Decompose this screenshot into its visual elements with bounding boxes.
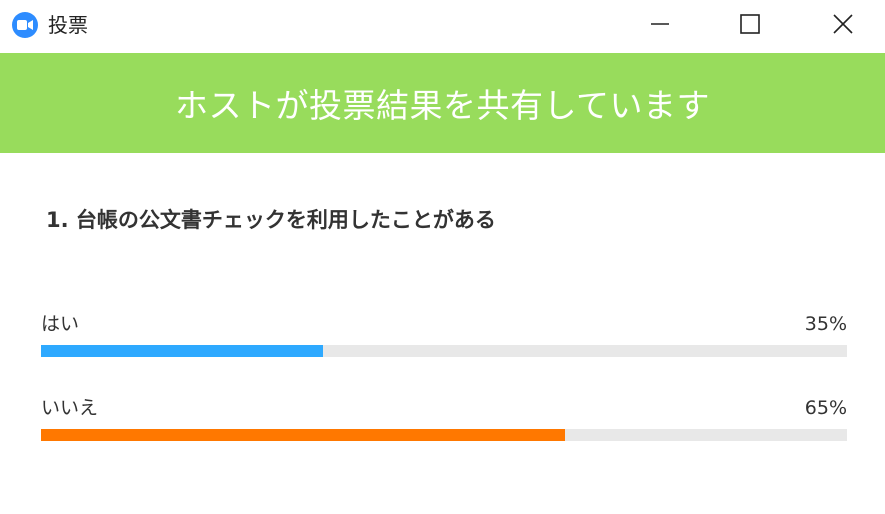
answer-percent: 65% — [804, 397, 847, 419]
close-icon — [833, 14, 853, 34]
poll-question: 1. 台帳の公文書チェックを利用したことがある — [46, 208, 496, 232]
zoom-camera-icon — [12, 12, 38, 38]
result-bar-fill — [41, 429, 565, 441]
results-shared-banner: ホストが投票結果を共有しています — [0, 53, 885, 153]
close-button[interactable] — [811, 0, 875, 48]
answer-percent: 35% — [804, 313, 847, 335]
result-bar-track — [41, 429, 847, 441]
window-title: 投票 — [48, 13, 88, 37]
answer-item: はい 35% — [41, 310, 847, 357]
banner-text: ホストが投票結果を共有しています — [174, 86, 710, 125]
minimize-icon — [651, 23, 669, 25]
poll-window: 投票 ホストが投票結果を共有しています 1. 台帳の公文書チェックを利用したこと… — [0, 0, 885, 514]
result-bar-fill — [41, 345, 324, 357]
result-bar-track — [41, 345, 847, 357]
answer-item: いいえ 65% — [41, 394, 847, 441]
title-bar: 投票 — [0, 0, 885, 52]
answer-label: はい — [41, 313, 80, 335]
answer-label: いいえ — [41, 397, 99, 419]
maximize-button[interactable] — [718, 0, 782, 48]
maximize-icon — [740, 14, 760, 34]
minimize-button[interactable] — [628, 0, 692, 48]
